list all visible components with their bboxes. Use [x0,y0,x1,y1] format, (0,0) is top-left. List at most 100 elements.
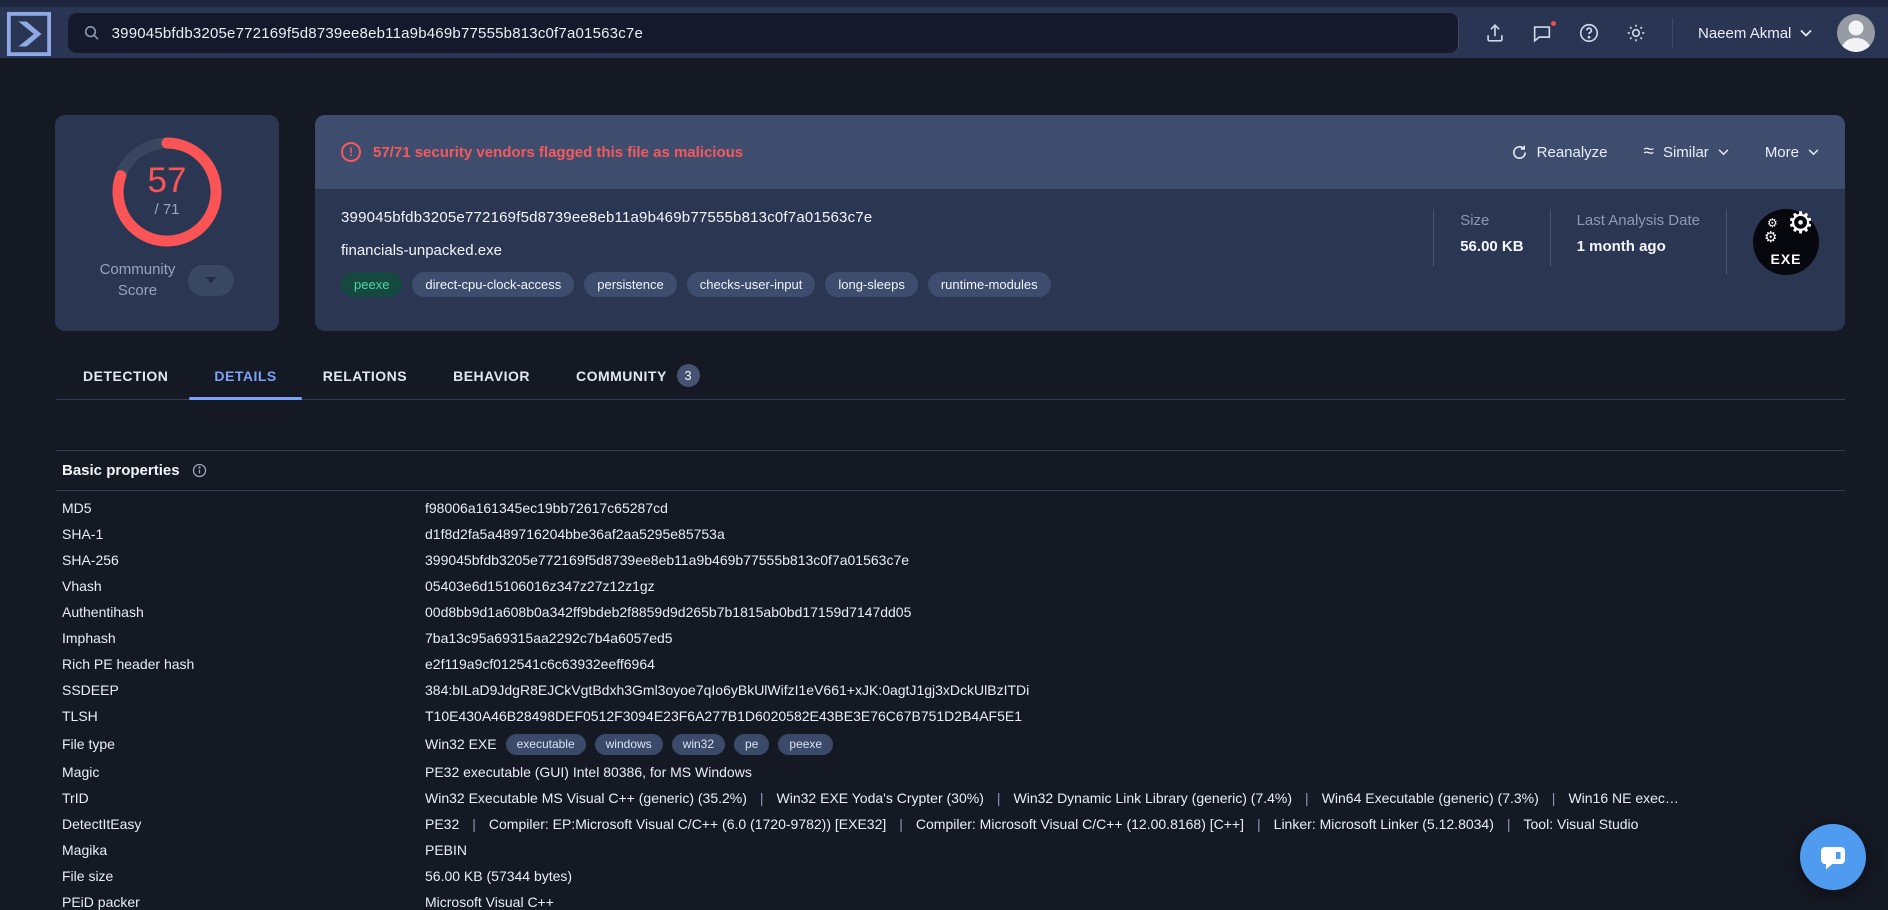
row-label: PEiD packer [62,894,140,910]
tab-details[interactable]: DETAILS [189,352,303,400]
file-tags: peexe direct-cpu-clock-access persistence c… [341,272,1819,297]
last-analysis-block: Last Analysis Date 1 month ago [1549,209,1726,267]
table-row: Magic PE32 executable (GUI) Intel 80386, … [56,759,1845,785]
section-title: Basic properties [62,462,180,479]
user-menu[interactable]: Naeem Akmal [1698,25,1812,42]
row-label: SHA-256 [62,552,119,568]
file-type-pill[interactable]: peexe [778,734,834,755]
table-row: Magika PEBIN [56,837,1845,863]
malicious-warning: 57/71 security vendors flagged this file… [341,142,743,162]
more-button[interactable]: More [1765,144,1819,161]
reanalyze-icon [1512,145,1526,159]
tab-behavior[interactable]: BEHAVIOR [453,352,530,399]
alert-icon [341,142,361,162]
table-row: DetectItEasy PE32Compiler: EP:Microsoft V… [56,811,1845,837]
file-type-pill[interactable]: pe [734,734,770,755]
table-row: Vhash 05403e6d15106016z347z27z12z1gz [56,573,1845,599]
chevron-down-icon [1800,29,1812,37]
gear-icon: ⚙ [1787,207,1814,240]
tab-label: DETAILS [214,367,277,384]
last-analysis-value: 1 month ago [1576,238,1666,255]
row-value: Win32 EXE executable windows win32 pe peexe [425,729,1845,759]
row-label: Vhash [62,578,102,594]
info-icon[interactable] [191,462,208,479]
row-label: MD5 [62,500,92,516]
row-value: T10E430A46B28498DEF0512F3094E23F6A277B1D… [425,708,1023,724]
value-segment: Compiler: EP:Microsoft Visual C/C++ (6.0… [459,816,886,832]
reanalyze-button[interactable]: Reanalyze [1511,144,1608,161]
virustotal-logo-icon[interactable] [6,11,52,57]
tab-detection[interactable]: DETECTION [83,352,168,399]
row-value: 56.00 KB (57344 bytes) [425,868,573,884]
user-avatar[interactable] [1837,14,1876,52]
value-segment: Win16 NE exec… [1539,790,1679,806]
file-tag[interactable]: peexe [341,272,403,297]
row-value: 05403e6d15106016z347z27z12z1gz [425,578,655,594]
row-label: TrID [62,790,89,806]
help-icon[interactable] [1578,22,1600,44]
row-label: SHA-1 [62,526,104,542]
row-label: Magika [62,842,108,858]
row-value: PE32Compiler: EP:Microsoft Visual C/C++ … [425,811,1845,837]
row-value: d1f8d2fa5a489716204bbe36af2aa5295e85753a [425,526,725,542]
row-label: SSDEEP [62,682,119,698]
gear-icon: ⚙ [1764,229,1778,246]
file-type-text: Win32 EXE [425,736,497,752]
file-tag[interactable]: long-sleeps [825,272,918,297]
chat-fab-button[interactable] [1800,824,1866,890]
tab-community[interactable]: COMMUNITY 3 [576,352,700,399]
row-value: 00d8bb9d1a608b0a342ff9bdeb2f8859d9d265b7… [425,604,912,620]
file-size-value: 56.00 KB [1460,238,1524,255]
theme-toggle-icon[interactable] [1625,22,1647,44]
score-card: 57 / 71 Community Score [55,115,279,331]
row-value: PEBIN [425,842,468,858]
file-type-pill[interactable]: executable [505,734,586,755]
community-vote-dropdown[interactable] [188,264,235,296]
gear-icon: ⚙ [1767,216,1778,230]
upload-icon[interactable] [1484,22,1506,44]
table-row: SSDEEP 384:bILaD9JdgR8EJCkVgtBdxh3Gml3oyo… [56,677,1845,703]
file-tag[interactable]: runtime-modules [927,272,1051,297]
details-section: Basic properties MD5 f98006a161345ec19bb7… [56,450,1845,910]
row-label: DetectItEasy [62,816,142,832]
file-meta: Size 56.00 KB Last Analysis Date 1 month… [1433,209,1819,275]
file-type-pill[interactable]: windows [594,734,663,755]
file-tag[interactable]: checks-user-input [686,272,816,297]
similar-button[interactable]: ≈ Similar [1644,142,1729,161]
file-type-pill[interactable]: win32 [671,734,726,755]
table-row: SHA-256 399045bfdb3205e772169f5d8739ee8eb… [56,547,1845,573]
file-size-block: Size 56.00 KB [1433,209,1549,267]
value-segment: Win32 EXE Yoda's Crypter (30%) [747,790,984,806]
row-value: Microsoft Visual C++ [425,894,554,910]
feedback-icon[interactable] [1531,19,1558,44]
total-engines: / 71 [154,201,180,218]
value-segment: Tool: Visual Studio [1494,816,1639,832]
malicious-count: 57 [147,161,187,200]
table-row: MD5 f98006a161345ec19bb72617c65287cd [56,495,1845,521]
chevron-down-icon [1808,148,1819,155]
file-tag[interactable]: direct-cpu-clock-access [412,272,575,297]
search-input[interactable] [111,24,1443,42]
row-label: Authentihash [62,604,144,620]
row-label: Imphash [62,630,116,646]
file-tag[interactable]: persistence [584,272,677,297]
chat-bubble-icon [1821,847,1845,870]
community-score-label: Community Score [99,261,176,299]
row-value: e2f119a9cf012541c6c63932eeff6964 [425,656,655,672]
row-label: Rich PE header hash [62,656,195,672]
tab-label: BEHAVIOR [453,367,530,384]
value-segment: Linker: Microsoft Linker (5.12.8034) [1244,816,1494,832]
row-label: Magic [62,764,100,780]
report-banner: 57/71 security vendors flagged this file… [315,115,1845,189]
value-segment: Win32 Dynamic Link Library (generic) (7.… [984,790,1292,806]
person-icon [1841,20,1872,52]
tab-relations[interactable]: RELATIONS [323,352,407,399]
search-bar [68,13,1458,53]
row-value: Win32 Executable MS Visual C++ (generic)… [425,785,1845,811]
table-row: Rich PE header hash e2f119a9cf012541c6c63… [56,651,1845,677]
value-segment: Compiler: Microsoft Visual C/C++ (12.00.… [886,816,1244,832]
table-row: SHA-1 d1f8d2fa5a489716204bbe36af2aa5295e8… [56,521,1845,547]
row-value: 399045bfdb3205e772169f5d8739ee8eb11a9b46… [425,552,910,568]
tab-badge: 3 [676,364,700,387]
table-row: TLSH T10E430A46B28498DEF0512F3094E23F6A27… [56,703,1845,729]
